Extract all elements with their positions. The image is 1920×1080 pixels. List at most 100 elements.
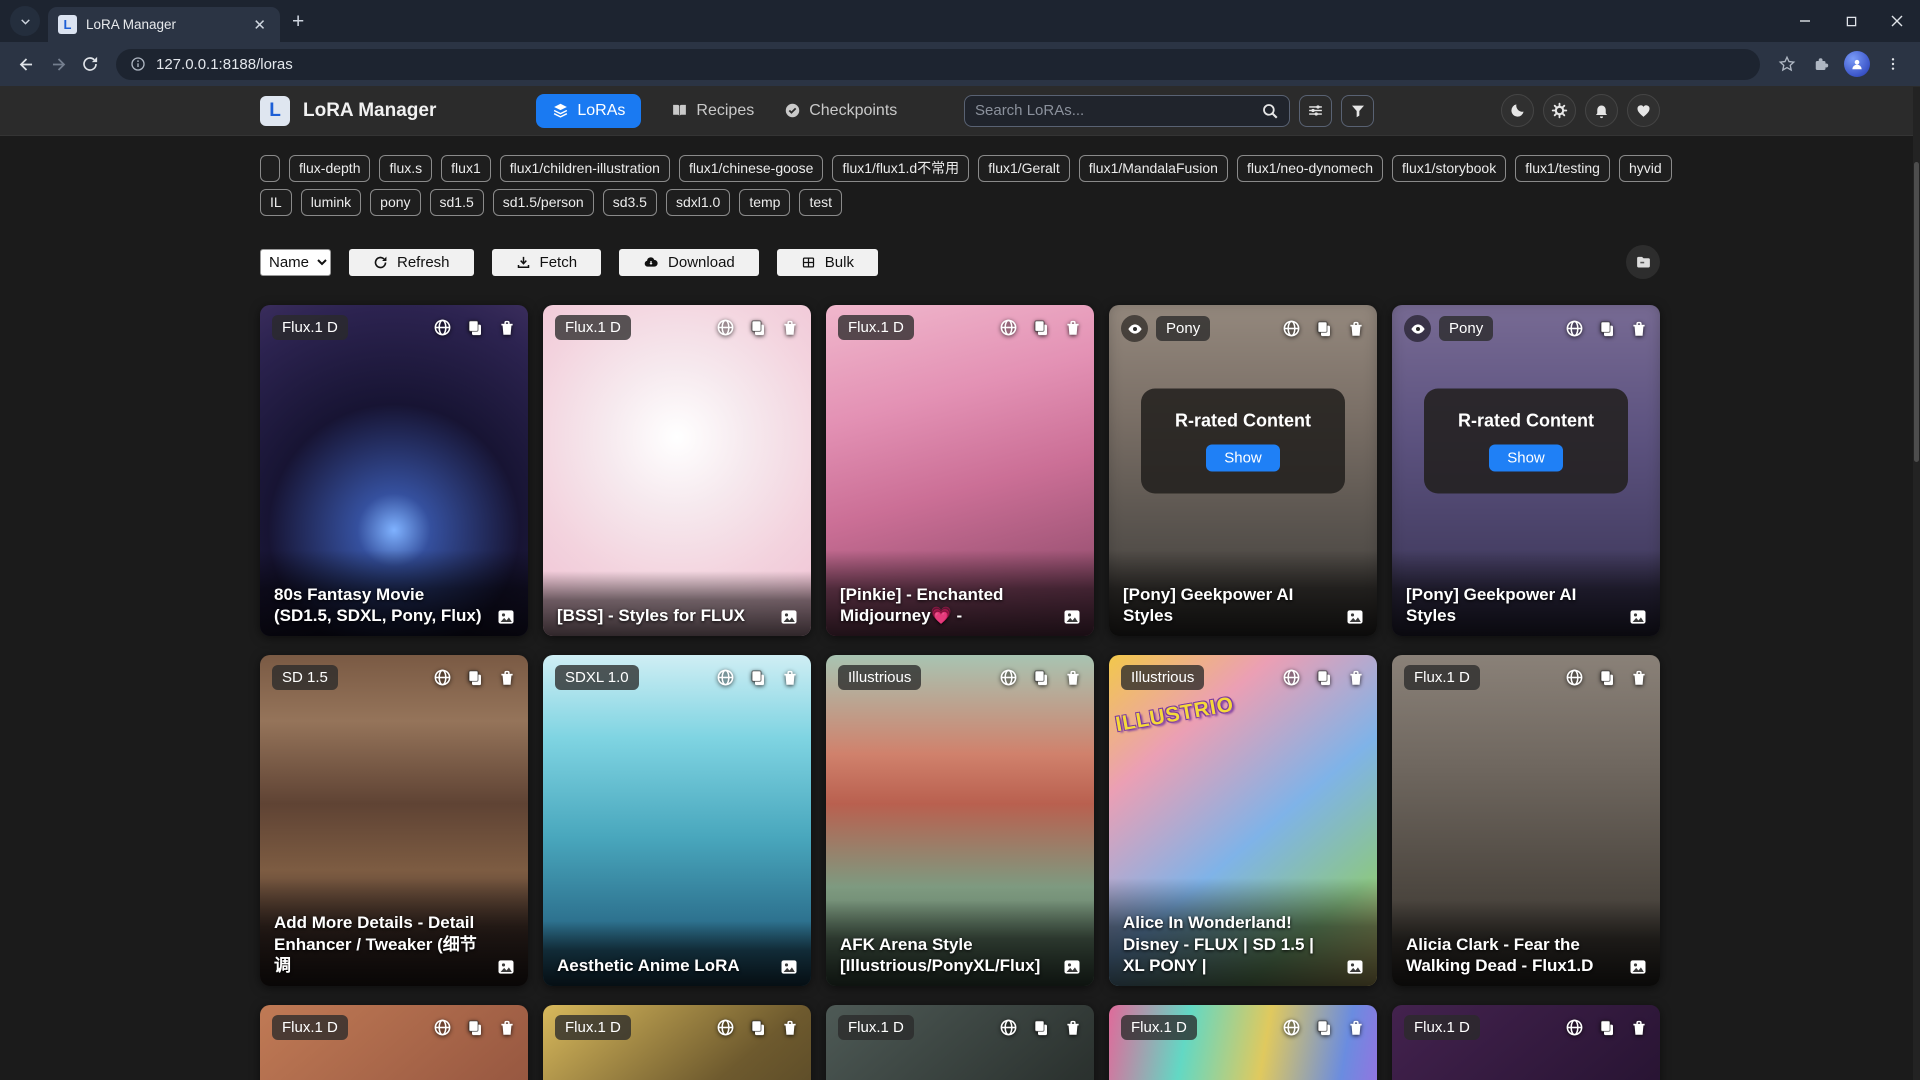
example-images-icon[interactable]	[779, 957, 799, 977]
open-on-web-globe-icon[interactable]	[1565, 1018, 1584, 1037]
delete-trash-icon[interactable]	[498, 319, 516, 337]
lora-card[interactable]: Flux.1 D	[1392, 1005, 1660, 1080]
open-on-web-globe-icon[interactable]	[1282, 668, 1301, 687]
delete-trash-icon[interactable]	[1064, 319, 1082, 337]
folder-chip[interactable]: flux1/flux1.d不常用	[832, 155, 969, 182]
example-images-icon[interactable]	[1345, 607, 1365, 627]
lora-card[interactable]: Illustrious AFK Arena Style [Illustrious…	[826, 655, 1094, 986]
lora-card[interactable]: Pony R-rated Content Show [Pony] Geekpow…	[1109, 305, 1377, 636]
delete-trash-icon[interactable]	[1064, 1019, 1082, 1037]
folder-chip[interactable]: flux1/children-illustration	[500, 155, 670, 182]
notifications-button[interactable]	[1585, 94, 1618, 127]
tab-close-icon[interactable]: ✕	[249, 14, 270, 36]
refresh-button[interactable]: Refresh	[349, 249, 474, 276]
settings-button[interactable]	[1543, 94, 1576, 127]
delete-trash-icon[interactable]	[1064, 669, 1082, 687]
delete-trash-icon[interactable]	[781, 319, 799, 337]
folder-chip[interactable]: test	[799, 189, 842, 216]
window-maximize-button[interactable]	[1828, 0, 1874, 42]
folder-chip[interactable]: pony	[370, 189, 420, 216]
search-options-button[interactable]	[1299, 95, 1332, 127]
copy-icon[interactable]	[1598, 1019, 1616, 1037]
copy-icon[interactable]	[1315, 320, 1333, 338]
folder-chip[interactable]: flux1/testing	[1515, 155, 1610, 182]
copy-icon[interactable]	[1032, 1019, 1050, 1037]
lora-card[interactable]: Flux.1 D	[260, 1005, 528, 1080]
folder-chip[interactable]: sd1.5	[430, 189, 484, 216]
open-on-web-globe-icon[interactable]	[433, 1018, 452, 1037]
example-images-icon[interactable]	[1628, 607, 1648, 627]
folder-chip[interactable]: sd1.5/person	[493, 189, 594, 216]
copy-icon[interactable]	[1598, 320, 1616, 338]
example-images-icon[interactable]	[1628, 957, 1648, 977]
lora-card[interactable]: Flux.1 D	[1109, 1005, 1377, 1080]
example-images-icon[interactable]	[496, 607, 516, 627]
nsfw-eye-icon[interactable]	[1404, 315, 1431, 342]
scrollbar-thumb[interactable]	[1914, 162, 1919, 462]
sort-select[interactable]: Name	[260, 249, 331, 276]
open-on-web-globe-icon[interactable]	[999, 1018, 1018, 1037]
new-tab-button[interactable]: +	[292, 11, 304, 32]
show-nsfw-button[interactable]: Show	[1206, 444, 1280, 471]
folder-chip[interactable]: flux1/MandalaFusion	[1079, 155, 1228, 182]
folder-chip[interactable]: sd3.5	[603, 189, 657, 216]
folder-chip-empty[interactable]	[260, 155, 280, 182]
delete-trash-icon[interactable]	[1347, 320, 1365, 338]
lora-card[interactable]: Pony R-rated Content Show [Pony] Geekpow…	[1392, 305, 1660, 636]
window-minimize-button[interactable]	[1782, 0, 1828, 42]
example-images-icon[interactable]	[1062, 957, 1082, 977]
open-on-web-globe-icon[interactable]	[716, 668, 735, 687]
browser-menu-icon[interactable]	[1876, 48, 1910, 80]
folder-chip[interactable]: flux1/neo-dynomech	[1237, 155, 1383, 182]
folder-chip[interactable]: hyvid	[1619, 155, 1672, 182]
folder-chip[interactable]: sdxl1.0	[666, 189, 730, 216]
copy-icon[interactable]	[1315, 669, 1333, 687]
open-on-web-globe-icon[interactable]	[433, 668, 452, 687]
delete-trash-icon[interactable]	[498, 1019, 516, 1037]
copy-icon[interactable]	[1598, 669, 1616, 687]
example-images-icon[interactable]	[496, 957, 516, 977]
lora-card[interactable]: Flux.1 D	[826, 1005, 1094, 1080]
page-scrollbar[interactable]	[1913, 87, 1920, 1080]
open-on-web-globe-icon[interactable]	[716, 1018, 735, 1037]
example-images-icon[interactable]	[1062, 607, 1082, 627]
open-on-web-globe-icon[interactable]	[999, 318, 1018, 337]
reload-button[interactable]	[74, 48, 106, 80]
delete-trash-icon[interactable]	[1347, 669, 1365, 687]
open-on-web-globe-icon[interactable]	[1282, 319, 1301, 338]
copy-icon[interactable]	[1032, 669, 1050, 687]
open-on-web-globe-icon[interactable]	[1282, 1018, 1301, 1037]
copy-icon[interactable]	[1315, 1019, 1333, 1037]
folder-chip[interactable]: flux1/storybook	[1392, 155, 1506, 182]
copy-icon[interactable]	[749, 1019, 767, 1037]
example-images-icon[interactable]	[779, 607, 799, 627]
lora-card[interactable]: Flux.1 D 80s Fantasy Movie (SD1.5, SDXL,…	[260, 305, 528, 636]
theme-toggle-button[interactable]	[1501, 94, 1534, 127]
window-close-button[interactable]	[1874, 0, 1920, 42]
lora-card[interactable]: SDXL 1.0 Aesthetic Anime LoRA	[543, 655, 811, 986]
delete-trash-icon[interactable]	[1630, 320, 1648, 338]
lora-card[interactable]: Flux.1 D [Pinkie] - Enchanted Midjourney…	[826, 305, 1094, 636]
delete-trash-icon[interactable]	[1347, 1019, 1365, 1037]
browser-tab[interactable]: L LoRA Manager ✕	[48, 7, 280, 42]
folder-chip[interactable]: flux1/Geralt	[978, 155, 1070, 182]
delete-trash-icon[interactable]	[781, 1019, 799, 1037]
delete-trash-icon[interactable]	[1630, 669, 1648, 687]
fetch-button[interactable]: Fetch	[492, 249, 602, 276]
bookmark-star-icon[interactable]	[1770, 48, 1804, 80]
nsfw-eye-icon[interactable]	[1121, 315, 1148, 342]
extensions-puzzle-icon[interactable]	[1804, 48, 1838, 80]
folder-chip[interactable]: IL	[260, 189, 292, 216]
tab-loras[interactable]: LoRAs	[536, 94, 641, 128]
support-button[interactable]	[1627, 94, 1660, 127]
profile-avatar[interactable]	[1844, 51, 1870, 77]
delete-trash-icon[interactable]	[498, 669, 516, 687]
copy-icon[interactable]	[466, 669, 484, 687]
folder-chip[interactable]: lumink	[301, 189, 361, 216]
back-button[interactable]	[10, 48, 42, 80]
lora-card[interactable]: Illustrious Alice In Wonderland! Disney …	[1109, 655, 1377, 986]
copy-icon[interactable]	[1032, 319, 1050, 337]
open-folder-button[interactable]	[1626, 245, 1660, 279]
example-images-icon[interactable]	[1345, 957, 1365, 977]
copy-icon[interactable]	[466, 1019, 484, 1037]
